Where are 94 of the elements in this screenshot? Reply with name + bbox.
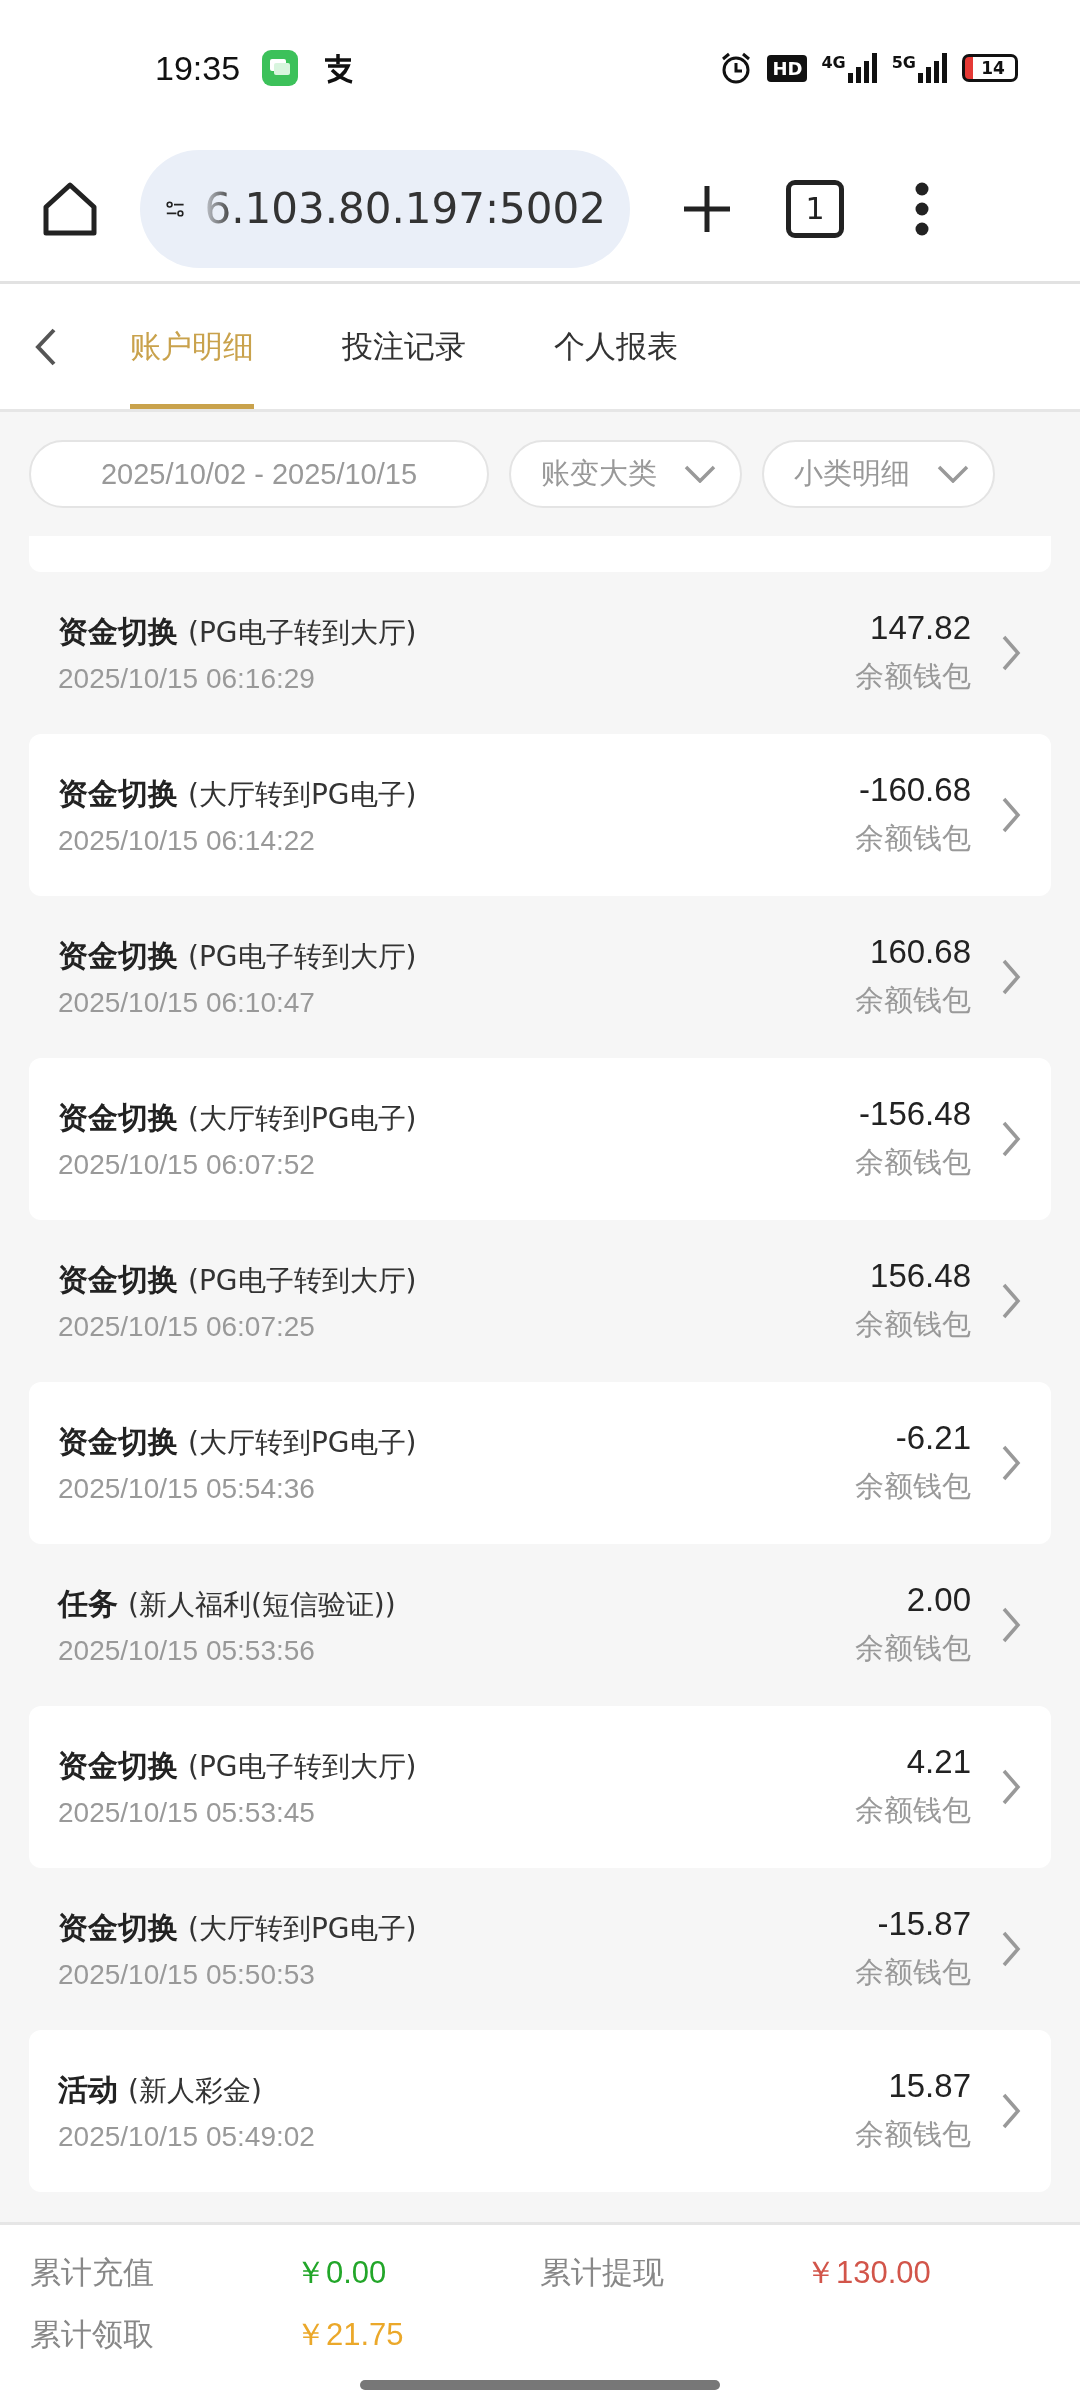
- transaction-time: 2025/10/15 06:07:25: [58, 1310, 316, 1343]
- amount: 4.21: [906, 1743, 971, 1781]
- chevron-right-icon: [1001, 634, 1021, 672]
- transaction-type: 资金切换: [58, 612, 178, 651]
- signal-icon: [918, 53, 948, 83]
- transaction-time: 2025/10/15 06:10:47: [58, 986, 316, 1019]
- transaction-type: 资金切换: [58, 1260, 178, 1299]
- transaction-row[interactable]: 任务 (新人福利(短信验证)) 2025/10/15 05:53:56 2.00 余额钱包: [29, 1544, 1051, 1706]
- wallet-label: 余额钱包: [855, 982, 971, 1019]
- transaction-type: 资金切换: [58, 1098, 178, 1137]
- signal-icon: [847, 53, 878, 83]
- transaction-time: 2025/10/15 05:53:56: [58, 1634, 316, 1667]
- chevron-right-icon: [1001, 796, 1021, 834]
- transaction-type: 资金切换: [58, 774, 178, 813]
- transaction-card[interactable]: 资金切换 (大厅转到PG电子) 2025/10/15 06:14:22 -160.68 余额钱包: [29, 734, 1051, 896]
- chat-app-icon: [262, 50, 299, 86]
- transaction-row[interactable]: 资金切换 (PG电子转到大厅) 2025/10/15 06:10:47 160.68 余额钱包: [29, 896, 1051, 1058]
- wallet-label: 余额钱包: [855, 1954, 971, 1991]
- hd-badge: HD: [767, 54, 808, 82]
- transaction-detail: (大厅转到PG电子): [188, 776, 417, 813]
- transaction-type: 资金切换: [58, 1746, 178, 1785]
- chevron-right-icon: [1001, 1120, 1021, 1158]
- summary-value: ￥21.75: [295, 2315, 404, 2354]
- wallet-label: 余额钱包: [855, 1468, 971, 1505]
- chevron-right-icon: [1001, 1444, 1021, 1482]
- transaction-time: 2025/10/15 05:50:53: [58, 1958, 316, 1991]
- transaction-card[interactable]: 活动 (新人彩金) 2025/10/15 05:49:02 15.87 余额钱包: [29, 2030, 1051, 2192]
- back-icon[interactable]: [34, 326, 58, 367]
- tab[interactable]: 个人报表: [554, 284, 678, 409]
- transaction-row[interactable]: 资金切换 (大厅转到PG电子) 2025/10/15 05:50:53 -15.87 余额钱包: [29, 1868, 1051, 2030]
- transaction-card[interactable]: 资金切换 (PG电子转到大厅) 2025/10/15 05:53:45 4.21 余额钱包: [29, 1706, 1051, 1868]
- transaction-detail: (PG电子转到大厅): [188, 938, 417, 975]
- wallet-label: 余额钱包: [855, 1144, 971, 1181]
- wallet-label: 余额钱包: [855, 1792, 971, 1829]
- amount: 160.68: [870, 933, 971, 971]
- clock-time: 19:35: [155, 48, 241, 88]
- tab[interactable]: 投注记录: [342, 284, 466, 409]
- transaction-card[interactable]: 资金切换 (大厅转到PG电子) 2025/10/15 05:54:36 -6.21 余额钱包: [29, 1382, 1051, 1544]
- chevron-right-icon: [1001, 2092, 1021, 2130]
- transaction-time: 2025/10/15 06:07:52: [58, 1148, 316, 1181]
- transaction-type: 活动: [58, 2070, 118, 2109]
- amount: 15.87: [888, 2067, 971, 2105]
- summary-value: ￥130.00: [805, 2253, 931, 2292]
- chevron-right-icon: [1001, 1768, 1021, 1806]
- summary-label: 累计充值: [30, 2252, 154, 2292]
- transaction-detail: (新人彩金): [128, 2072, 262, 2109]
- wallet-label: 余额钱包: [855, 2116, 971, 2153]
- transaction-type: 资金切换: [58, 1422, 178, 1461]
- chevron-right-icon: [1001, 1930, 1021, 1968]
- amount: -160.68: [859, 771, 971, 809]
- transaction-type: 资金切换: [58, 1908, 178, 1947]
- chevron-down-icon: [937, 465, 969, 483]
- amount: 147.82: [870, 609, 971, 647]
- summary-value: ￥0.00: [295, 2253, 387, 2292]
- amount: -15.87: [877, 1905, 971, 1943]
- summary-label: 累计领取: [30, 2314, 154, 2354]
- wallet-label: 余额钱包: [855, 1306, 971, 1343]
- battery-indicator: 14: [962, 54, 1018, 82]
- chevron-right-icon: [1001, 958, 1021, 996]
- more-icon[interactable]: [914, 181, 930, 236]
- transaction-detail: (大厅转到PG电子): [188, 1910, 417, 1947]
- transaction-card[interactable]: 资金切换 (大厅转到PG电子) 2025/10/15 06:07:52 -156.48 余额钱包: [29, 1058, 1051, 1220]
- transaction-detail: (新人福利(短信验证)): [128, 1586, 396, 1623]
- chevron-right-icon: [1001, 1606, 1021, 1644]
- amount: 156.48: [870, 1257, 971, 1295]
- network-label: 4G: [821, 53, 846, 72]
- amount: -6.21: [895, 1419, 971, 1457]
- chevron-right-icon: [1001, 1282, 1021, 1320]
- transaction-time: 2025/10/15 06:16:29: [58, 662, 316, 695]
- chevron-down-icon: [684, 465, 716, 483]
- transaction-detail: (大厅转到PG电子): [188, 1424, 417, 1461]
- transaction-time: 2025/10/15 05:49:02: [58, 2120, 316, 2153]
- url-text: 6.103.80.197:5002: [204, 184, 606, 233]
- network-label: 5G: [891, 53, 916, 72]
- tab-switcher-button[interactable]: 1: [786, 179, 844, 238]
- transaction-detail: (PG电子转到大厅): [188, 1262, 417, 1299]
- summary-label: 累计提现: [540, 2252, 664, 2292]
- transaction-detail: (PG电子转到大厅): [188, 1748, 417, 1785]
- transaction-detail: (大厅转到PG电子): [188, 1100, 417, 1137]
- transaction-detail: (PG电子转到大厅): [188, 614, 417, 651]
- plus-icon[interactable]: [682, 183, 732, 234]
- address-bar[interactable]: 6.103.80.197:5002: [140, 149, 630, 268]
- wallet-label: 余额钱包: [855, 658, 971, 695]
- wallet-label: 余额钱包: [855, 1630, 971, 1667]
- transaction-time: 2025/10/15 06:14:22: [58, 824, 316, 857]
- transaction-time: 2025/10/15 05:53:45: [58, 1796, 316, 1829]
- transaction-row[interactable]: 资金切换 (PG电子转到大厅) 2025/10/15 06:16:29 147.82 余额钱包: [29, 572, 1051, 734]
- wallet-label: 余额钱包: [855, 820, 971, 857]
- amount: -156.48: [859, 1095, 971, 1133]
- amount: 2.00: [906, 1581, 971, 1619]
- transaction-type: 资金切换: [58, 936, 178, 975]
- transaction-time: 2025/10/15 05:54:36: [58, 1472, 316, 1505]
- transaction-type: 任务: [58, 1584, 118, 1623]
- transaction-row[interactable]: 资金切换 (PG电子转到大厅) 2025/10/15 06:07:25 156.48 余额钱包: [29, 1220, 1051, 1382]
